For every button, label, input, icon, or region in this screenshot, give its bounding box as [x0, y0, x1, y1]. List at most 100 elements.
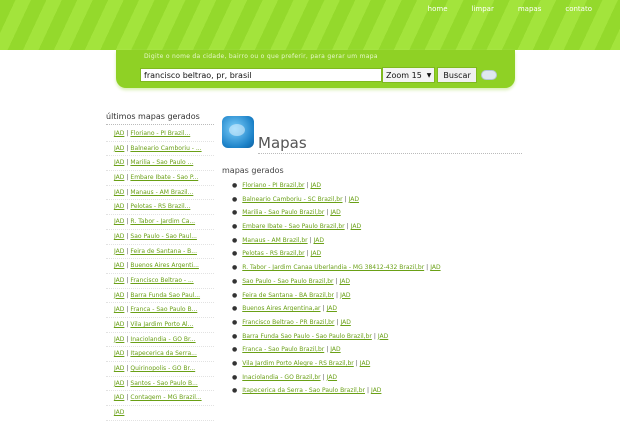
- map-link[interactable]: Balneario Camboriu - SC Brazil,br: [242, 196, 342, 203]
- sidebar-map-link[interactable]: Floriano - PI Brazil...: [130, 130, 190, 137]
- map-jad-link[interactable]: JAD: [327, 305, 337, 312]
- map-jad-link[interactable]: JAD: [340, 278, 350, 285]
- sidebar-jad-link[interactable]: JAD: [114, 365, 124, 372]
- sidebar-map-link[interactable]: Francisco Beltrao - ...: [130, 277, 193, 284]
- nav-home[interactable]: home: [416, 4, 460, 18]
- sidebar-map-link[interactable]: Manaus - AM Brazil...: [130, 189, 193, 196]
- map-jad-link[interactable]: JAD: [340, 292, 350, 299]
- sidebar-map-link[interactable]: Pelotas - RS Brazil...: [130, 203, 190, 210]
- sidebar-jad-link[interactable]: JAD: [114, 233, 124, 240]
- sidebar-map-link[interactable]: Inaciolandia - GO Br...: [130, 336, 195, 343]
- sidebar-map-link[interactable]: Feira de Santana - B...: [130, 248, 197, 255]
- sidebar-jad-link[interactable]: JAD: [114, 321, 124, 328]
- map-jad-link[interactable]: JAD: [430, 264, 440, 271]
- map-link[interactable]: Buenos Aires Argentina,ar: [242, 305, 320, 312]
- map-jad-link[interactable]: JAD: [349, 196, 359, 203]
- map-link[interactable]: Itapecerica da Serra - Sao Paulo Brazil,…: [242, 387, 365, 394]
- sidebar-map-link[interactable]: Vila Jardim Porto Al...: [130, 321, 193, 328]
- nav-limpar[interactable]: limpar: [460, 4, 506, 18]
- sidebar-jad-link[interactable]: JAD: [114, 277, 124, 284]
- map-jad-link[interactable]: JAD: [311, 250, 321, 257]
- sidebar-jad-link[interactable]: JAD: [114, 380, 124, 387]
- map-link[interactable]: Barra Funda Sao Paulo - Sao Paulo Brazil…: [242, 333, 372, 340]
- separator: |: [126, 188, 129, 196]
- map-jad-link[interactable]: JAD: [378, 333, 388, 340]
- sidebar-list-item: JAD | Santos - Sao Paulo B...: [106, 377, 214, 392]
- sidebar-jad-link[interactable]: JAD: [114, 174, 124, 181]
- bullet-icon: ●: [232, 291, 238, 299]
- map-jad-link[interactable]: JAD: [314, 237, 324, 244]
- sidebar-jad-link[interactable]: JAD: [114, 306, 124, 313]
- sidebar-map-link[interactable]: Balneario Camboriu - ...: [130, 145, 201, 152]
- map-jad-link[interactable]: JAD: [340, 319, 350, 326]
- sidebar-jad-link[interactable]: JAD: [114, 292, 124, 299]
- sidebar-jad-link[interactable]: JAD: [114, 350, 124, 357]
- sidebar-jad-link[interactable]: JAD: [114, 218, 124, 225]
- map-link[interactable]: Marilia - Sao Paulo Brazil,br: [242, 209, 324, 216]
- bullet-icon: ●: [232, 264, 238, 272]
- sidebar-jad-link[interactable]: JAD: [114, 189, 124, 196]
- feed-icon[interactable]: [480, 70, 497, 80]
- sidebar-jad-link[interactable]: JAD: [114, 130, 124, 137]
- map-jad-link[interactable]: JAD: [371, 387, 381, 394]
- title-divider: [258, 153, 522, 154]
- map-link[interactable]: Inaciolandia - GO Brazil,br: [242, 374, 320, 381]
- sidebar-map-link[interactable]: Contagem - MG Brazil...: [130, 394, 201, 401]
- sidebar-jad-link[interactable]: JAD: [114, 409, 124, 416]
- map-jad-link[interactable]: JAD: [351, 223, 361, 230]
- map-jad-link[interactable]: JAD: [327, 374, 337, 381]
- map-link[interactable]: Sao Paulo - Sao Paulo Brazil,br: [242, 278, 333, 285]
- separator: |: [306, 182, 309, 189]
- map-link[interactable]: Franca - Sao Paulo Brazil,br: [242, 346, 324, 353]
- map-link[interactable]: Francisco Beltrao - PR Brazil,br: [242, 319, 334, 326]
- sidebar-list-item: JAD | Sao Paulo - Sao Paul...: [106, 230, 214, 245]
- zoom-select[interactable]: Zoom 15 ▼: [382, 67, 436, 83]
- map-jad-link[interactable]: JAD: [330, 346, 340, 353]
- separator: |: [322, 305, 325, 313]
- sidebar-map-link[interactable]: Franca - Sao Paulo B...: [130, 306, 197, 313]
- separator: |: [335, 277, 338, 285]
- sidebar-map-link[interactable]: R. Tabor - Jardim Ca...: [130, 218, 195, 225]
- map-link[interactable]: Feira de Santana - BA Brazil,br: [242, 292, 334, 299]
- sidebar-jad-link[interactable]: JAD: [114, 248, 124, 255]
- map-link[interactable]: Pelotas - RS Brazil,br: [242, 250, 304, 257]
- nav-mapas[interactable]: mapas: [506, 4, 554, 18]
- sidebar-jad-link[interactable]: JAD: [114, 262, 124, 269]
- sidebar-jad-link[interactable]: JAD: [114, 336, 124, 343]
- map-link[interactable]: R. Tabor - Jardim Canaa Uberlandia - MG …: [242, 264, 424, 271]
- sidebar-jad-link[interactable]: JAD: [114, 203, 124, 210]
- bullet-icon: ●: [232, 250, 238, 258]
- map-link[interactable]: Manaus - AM Brazil,br: [242, 237, 307, 244]
- sidebar-jad-link[interactable]: JAD: [114, 394, 124, 401]
- bullet-icon: ●: [232, 387, 238, 395]
- map-jad-link[interactable]: JAD: [330, 209, 340, 216]
- map-link[interactable]: Vila Jardim Porto Alegre - RS Brazil,br: [242, 360, 354, 367]
- nav-contato[interactable]: contato: [553, 4, 620, 18]
- separator: |: [336, 291, 339, 299]
- separator: |: [373, 332, 376, 340]
- map-list-item: ● Marilia - Sao Paulo Brazil,br | JAD: [232, 206, 441, 220]
- sidebar-list-item: JAD | Inaciolandia - GO Br...: [106, 333, 214, 348]
- search-input[interactable]: [140, 68, 382, 82]
- sidebar-map-link[interactable]: Embare Ibate - Sao P...: [130, 174, 198, 181]
- sidebar-jad-link[interactable]: JAD: [114, 145, 124, 152]
- sidebar-map-link[interactable]: Barra Funda Sao Paul...: [130, 292, 200, 299]
- separator: |: [326, 346, 329, 354]
- sidebar-map-link[interactable]: Sao Paulo - Sao Paul...: [130, 233, 197, 240]
- map-jad-link[interactable]: JAD: [311, 182, 321, 189]
- search-hint: Digite o nome da cidade, bairro ou o que…: [144, 53, 378, 60]
- sidebar-list-item: JAD | Pelotas - RS Brazil...: [106, 200, 214, 216]
- sidebar-map-link[interactable]: Santos - Sao Paulo B...: [130, 380, 197, 387]
- header-banner: home limpar mapas contato: [0, 0, 620, 50]
- bullet-icon: ●: [232, 373, 238, 381]
- map-link[interactable]: Embare Ibate - Sao Paulo Brazil,br: [242, 223, 344, 230]
- bullet-icon: ●: [232, 182, 238, 189]
- map-link[interactable]: Floriano - PI Brazil,br: [242, 182, 304, 189]
- map-jad-link[interactable]: JAD: [360, 360, 370, 367]
- sidebar-map-link[interactable]: Itapecerica da Serra...: [130, 350, 196, 357]
- sidebar-map-link[interactable]: Quirinopolis - GO Br...: [130, 365, 195, 372]
- sidebar-jad-link[interactable]: JAD: [114, 159, 124, 166]
- sidebar-map-link[interactable]: Marilia - Sao Paulo ...: [130, 159, 193, 166]
- search-button[interactable]: Buscar: [437, 67, 477, 83]
- sidebar-map-link[interactable]: Buenos Aires Argenti...: [130, 262, 198, 269]
